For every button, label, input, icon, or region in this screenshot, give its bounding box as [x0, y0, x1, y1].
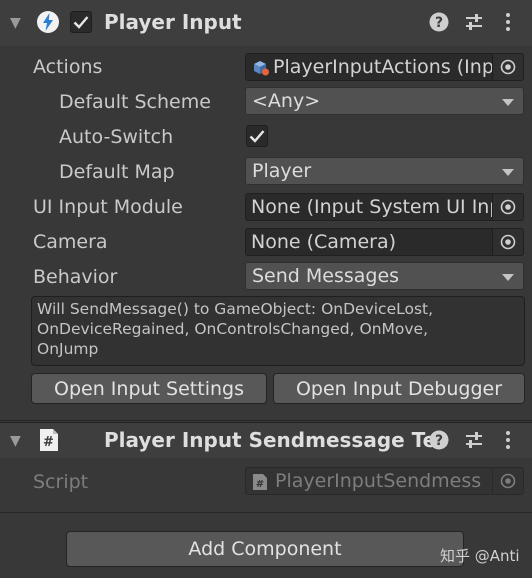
default-scheme-dropdown[interactable]: <Any> — [245, 87, 524, 115]
help-line: OnJump — [37, 340, 99, 358]
behavior-help-box: Will SendMessage() to GameObject: OnDevi… — [31, 296, 525, 366]
help-line: OnDeviceRegained, OnControlsChanged, OnM… — [37, 320, 429, 338]
default-map-dropdown[interactable]: Player — [245, 157, 524, 185]
csharp-script-icon: # — [38, 428, 60, 452]
open-input-debugger-button[interactable]: Open Input Debugger — [273, 373, 525, 404]
add-component-button[interactable]: Add Component — [66, 531, 464, 567]
object-picker-icon — [492, 468, 523, 494]
camera-object-field[interactable]: None (Camera) — [245, 228, 524, 256]
component-menu-icon[interactable] — [504, 430, 512, 450]
ui-input-module-value: None (Input System UI Inp — [251, 196, 502, 218]
ui-input-module-object-field[interactable]: None (Input System UI Inp — [245, 193, 524, 221]
script-component-header[interactable]: ▼ # Player Input Sendmessage Tes ? — [0, 422, 532, 458]
actions-object-field[interactable]: PlayerInputActions (Inp — [245, 53, 524, 81]
default-scheme-label: Default Scheme — [59, 91, 211, 113]
camera-label: Camera — [33, 231, 108, 253]
chevron-down-icon — [502, 99, 514, 106]
default-scheme-value: <Any> — [252, 90, 321, 112]
script-component-title: Player Input Sendmessage Tes — [104, 428, 449, 452]
behavior-value: Send Messages — [252, 265, 400, 287]
behavior-dropdown[interactable]: Send Messages — [245, 262, 524, 290]
behavior-label: Behavior — [33, 266, 118, 288]
component-separator — [0, 420, 532, 421]
component-enabled-checkbox[interactable] — [70, 11, 92, 33]
script-label: Script — [33, 471, 89, 493]
svg-text:#: # — [256, 479, 264, 490]
object-picker-icon[interactable] — [492, 54, 523, 80]
auto-switch-label: Auto-Switch — [59, 126, 174, 148]
camera-value: None (Camera) — [251, 231, 396, 253]
component-title: Player Input — [104, 10, 242, 34]
help-line: Will SendMessage() to GameObject: OnDevi… — [37, 300, 434, 318]
component-menu-icon[interactable] — [504, 12, 512, 32]
object-picker-icon[interactable] — [492, 194, 523, 220]
actions-value: PlayerInputActions (Inp — [273, 56, 494, 78]
ui-input-module-label: UI Input Module — [33, 196, 183, 218]
actions-label: Actions — [33, 56, 103, 78]
presets-icon[interactable] — [464, 12, 484, 32]
input-actions-asset-icon — [252, 59, 270, 77]
object-picker-icon[interactable] — [492, 229, 523, 255]
default-map-label: Default Map — [59, 161, 175, 183]
svg-text:#: # — [43, 435, 54, 450]
csharp-script-icon: # — [252, 473, 268, 491]
auto-switch-checkbox[interactable] — [246, 125, 268, 147]
player-input-bolt-icon — [36, 10, 60, 34]
svg-text:?: ? — [435, 433, 443, 449]
presets-icon[interactable] — [464, 430, 484, 450]
foldout-arrow-icon[interactable]: ▼ — [10, 16, 21, 30]
chevron-down-icon — [502, 169, 514, 176]
player-input-header[interactable]: ▼ Player Input ? — [0, 0, 532, 46]
chevron-down-icon — [502, 274, 514, 281]
default-map-value: Player — [252, 160, 312, 182]
svg-text:?: ? — [435, 15, 443, 31]
component-separator — [0, 512, 532, 513]
help-icon[interactable]: ? — [429, 430, 449, 450]
script-value: PlayerInputSendmess — [275, 470, 482, 492]
help-icon[interactable]: ? — [429, 12, 449, 32]
watermark-text: 知乎 @Anti — [440, 547, 520, 565]
open-input-settings-button[interactable]: Open Input Settings — [31, 373, 267, 404]
script-object-field: # PlayerInputSendmess — [245, 467, 524, 495]
foldout-arrow-icon[interactable]: ▼ — [10, 434, 21, 448]
